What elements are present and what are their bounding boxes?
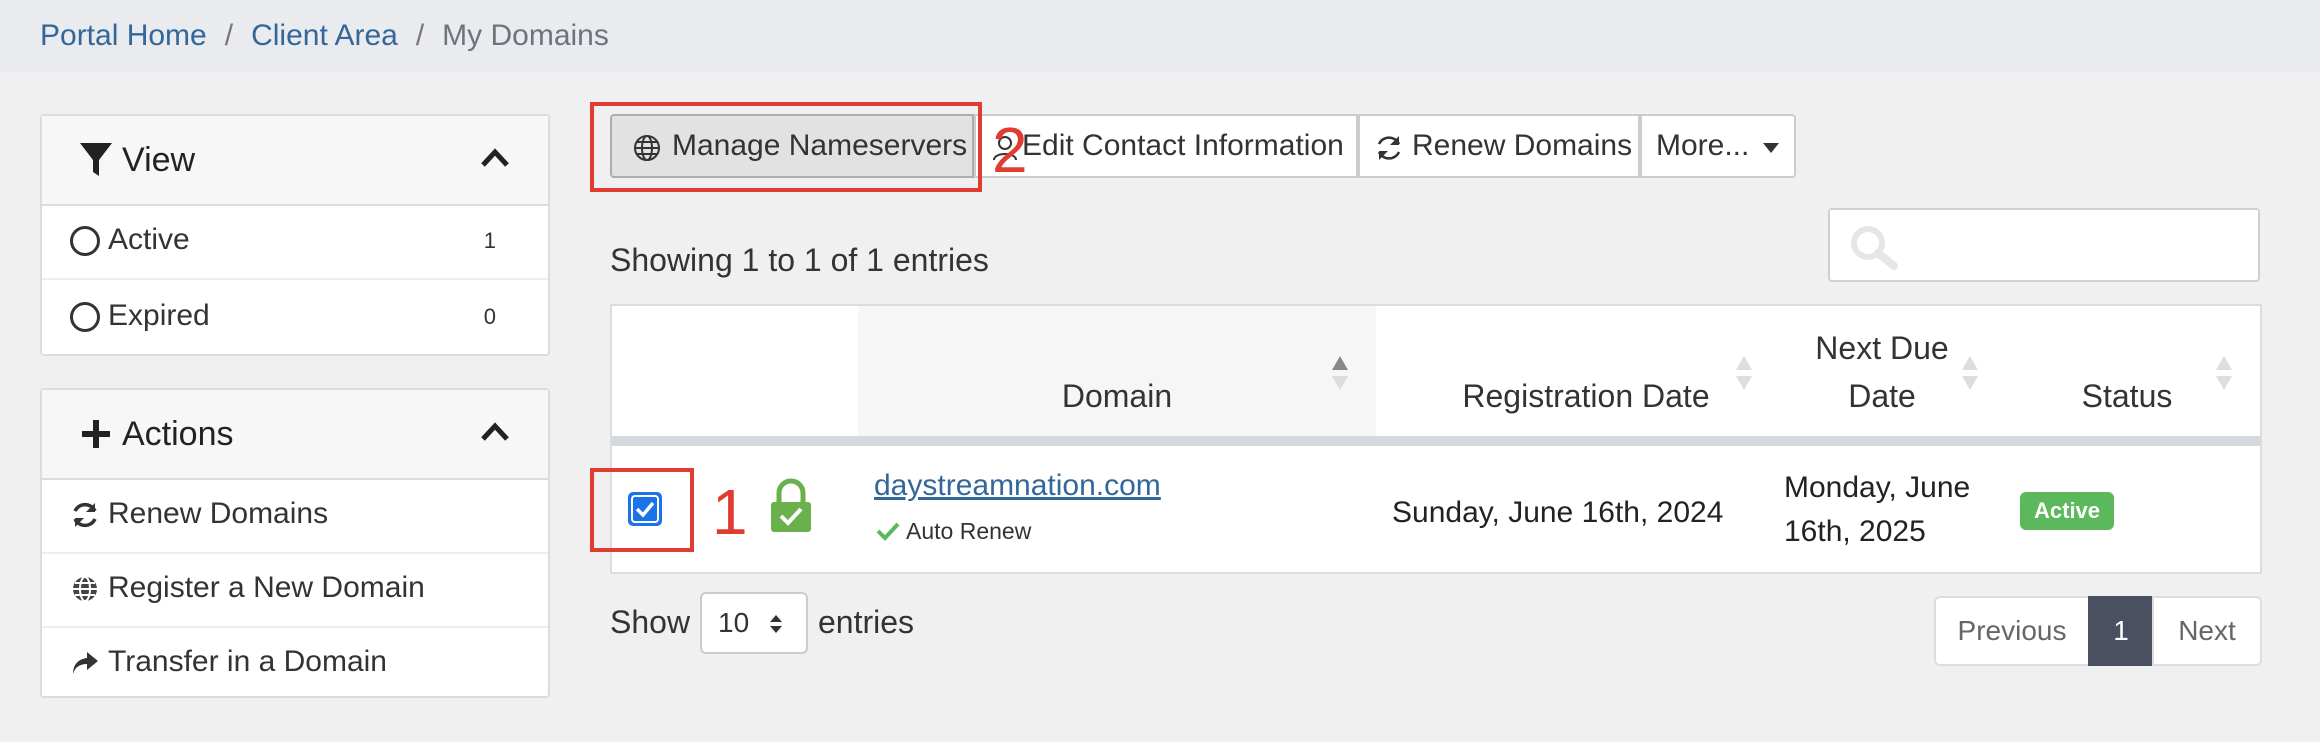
previous-page-button[interactable]: Previous	[1934, 596, 2090, 666]
chevron-up-icon[interactable]	[480, 146, 510, 170]
view-panel: View Active 1 Expired 0	[40, 114, 550, 356]
auto-renew-label: Auto Renew	[906, 518, 1032, 544]
breadcrumb-client-area[interactable]: Client Area	[251, 19, 398, 52]
chevron-up-icon[interactable]	[480, 420, 510, 444]
view-item-count: 1	[483, 228, 496, 253]
view-item-label: Expired	[108, 299, 210, 332]
sort-icon[interactable]	[2214, 352, 2234, 392]
search-icon	[1851, 226, 1898, 270]
domain-link[interactable]: daystreamnation.com	[874, 466, 1161, 506]
action-label: Register a New Domain	[108, 571, 425, 604]
action-renew-domains[interactable]: Renew Domains	[42, 478, 548, 554]
next-due-date-line: Monday, June	[1784, 471, 1971, 504]
page-size-select[interactable]: 10	[700, 592, 808, 654]
actions-panel-title: Actions	[122, 415, 234, 453]
annotation-box-1	[590, 468, 694, 552]
breadcrumb-separator: /	[415, 19, 425, 52]
share-arrow-icon	[73, 652, 98, 674]
column-header-label: Status	[2081, 378, 2173, 414]
next-page-button[interactable]: Next	[2152, 596, 2262, 666]
auto-renew-status: Auto Renew	[876, 516, 1031, 546]
more-label: More...	[1656, 129, 1750, 162]
plus-icon	[82, 420, 110, 448]
page-size-value: 10	[718, 607, 750, 638]
radio-icon[interactable]	[70, 226, 100, 256]
renew-domains-button[interactable]: Renew Domains	[1358, 114, 1640, 178]
view-panel-title: View	[122, 141, 196, 179]
action-label: Transfer in a Domain	[108, 645, 387, 678]
view-item-count: 0	[483, 304, 496, 329]
action-label: Renew Domains	[108, 497, 329, 530]
breadcrumb-bar: Portal Home / Client Area / My Domains	[0, 0, 2320, 72]
domains-table: Domain Registration Date Next Due Date S…	[610, 304, 2262, 574]
actions-panel-header[interactable]: Actions	[42, 390, 548, 480]
column-header-label: Domain	[1061, 378, 1173, 414]
edit-contact-button[interactable]: Edit Contact Information	[974, 114, 1358, 178]
breadcrumb-separator: /	[224, 19, 234, 52]
header-divider	[612, 436, 2260, 446]
check-icon	[876, 522, 900, 541]
breadcrumb-current: My Domains	[442, 19, 609, 52]
edit-contact-label: Edit Contact Information	[1022, 129, 1344, 162]
next-due-date-cell: Monday, June 16th, 2025	[1784, 466, 1970, 554]
view-item-expired[interactable]: Expired 0	[42, 280, 548, 354]
action-transfer-domain[interactable]: Transfer in a Domain	[42, 626, 548, 700]
entries-label: entries	[818, 604, 915, 640]
column-header-label: Registration Date	[1462, 378, 1710, 414]
search-input[interactable]	[1828, 208, 2260, 282]
status-badge: Active	[2020, 492, 2115, 530]
lock-icon	[771, 478, 811, 532]
sort-icon[interactable]	[1960, 352, 1980, 392]
radio-icon[interactable]	[70, 302, 100, 332]
sort-icon[interactable]	[1734, 352, 1754, 392]
view-panel-header[interactable]: View	[42, 116, 548, 206]
entries-info: Showing 1 to 1 of 1 entries	[610, 242, 989, 278]
actions-panel: Actions Renew Domains Register a New Dom…	[40, 388, 550, 698]
refresh-icon	[73, 502, 97, 528]
view-item-label: Active	[108, 223, 190, 256]
column-header-domain[interactable]: Domain	[858, 372, 1376, 420]
show-label: Show	[610, 604, 691, 640]
breadcrumb-portal-home[interactable]: Portal Home	[40, 19, 207, 52]
filter-icon	[80, 143, 112, 176]
column-header-registration-date[interactable]: Registration Date	[1376, 372, 1796, 420]
sort-arrows-icon	[770, 615, 782, 633]
view-item-active[interactable]: Active 1	[42, 204, 548, 280]
action-register-domain[interactable]: Register a New Domain	[42, 552, 548, 628]
annotation-number-2: 2	[992, 114, 1028, 186]
renew-domains-label: Renew Domains	[1412, 129, 1633, 162]
annotation-box-2	[590, 102, 982, 192]
globe-icon	[73, 576, 97, 602]
refresh-icon	[1377, 136, 1401, 160]
registration-date-cell: Sunday, June 16th, 2024	[1392, 496, 1724, 529]
breadcrumb: Portal Home / Client Area / My Domains	[40, 14, 609, 58]
sort-ascending-icon[interactable]	[1330, 352, 1350, 392]
annotation-number-1: 1	[712, 476, 748, 548]
caret-down-icon	[1763, 143, 1779, 153]
more-dropdown-button[interactable]: More...	[1640, 114, 1796, 178]
next-due-date-line: 16th, 2025	[1784, 515, 1926, 548]
page-1-button[interactable]: 1	[2088, 596, 2154, 666]
search-field[interactable]	[1910, 220, 2244, 272]
